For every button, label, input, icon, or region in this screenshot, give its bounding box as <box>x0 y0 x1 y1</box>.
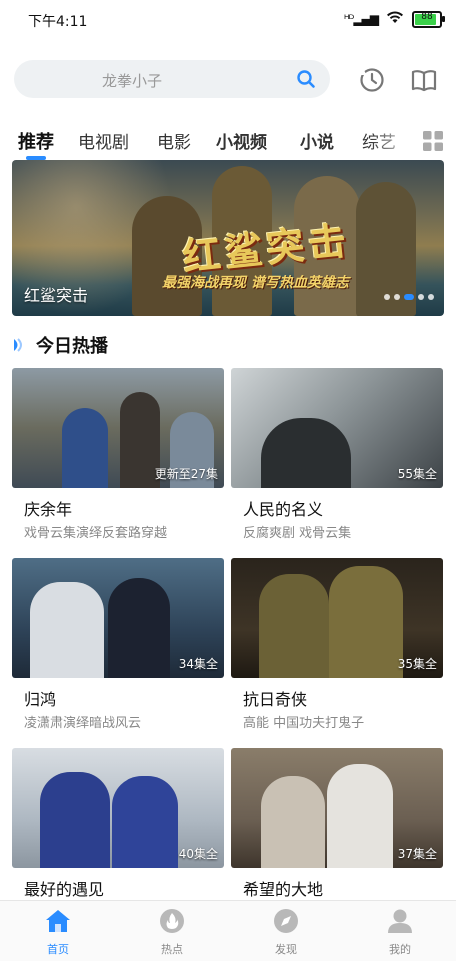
nav-hot[interactable]: 热点 <box>132 907 212 961</box>
thumbnail-figure <box>62 408 108 488</box>
video-title: 归鸿 <box>24 690 57 709</box>
tab-novel[interactable]: 小说 <box>300 128 334 153</box>
episode-badge: 55集全 <box>397 467 437 481</box>
thumbnail-figure <box>261 776 325 868</box>
nav-profile[interactable]: 我的 <box>360 907 440 961</box>
thumbnail-figure <box>112 776 178 868</box>
video-thumbnail: 37集全 <box>231 748 443 868</box>
bottom-nav: 首页 热点 发现 我的 <box>0 900 456 961</box>
bookshelf-icon[interactable] <box>410 66 438 94</box>
video-subtitle: 高能 中国功夫打鬼子 <box>243 716 365 731</box>
video-thumbnail: 35集全 <box>231 558 443 678</box>
video-card[interactable]: 55集全 人民的名义 反腐爽剧 戏骨云集 <box>231 368 443 544</box>
section-header: 今日热播 <box>12 330 442 360</box>
flame-icon <box>160 909 184 933</box>
tab-tv-series[interactable]: 电视剧 <box>78 128 129 153</box>
thumbnail-figure <box>329 566 403 678</box>
video-thumbnail: 更新至27集 <box>12 368 224 488</box>
video-thumbnail: 55集全 <box>231 368 443 488</box>
video-title: 抗日奇侠 <box>243 690 308 709</box>
section-title: 今日热播 <box>36 336 108 357</box>
thumbnail-figure <box>30 582 104 678</box>
pagination-dot <box>418 294 424 300</box>
status-icons: ᴴᴰ▂▄▆ 88 <box>343 10 445 28</box>
nav-label: 发现 <box>275 943 297 956</box>
thumbnail-figure <box>261 418 351 488</box>
search-icon[interactable] <box>296 69 316 89</box>
video-subtitle: 戏骨云集演绎反套路穿越 <box>24 526 168 541</box>
status-time: 下午4:11 <box>28 14 88 30</box>
episode-badge: 37集全 <box>397 847 437 861</box>
featured-banner[interactable]: 红鲨突击 最强海战再现 谱写热血英雄志 红鲨突击 <box>12 160 444 316</box>
episode-badge: 40集全 <box>178 847 218 861</box>
video-title: 希望的大地 <box>243 880 324 899</box>
thumbnail-figure <box>327 764 393 868</box>
banner-tagline: 最强海战再现 谱写热血英雄志 <box>162 275 349 291</box>
tabs-fade <box>370 126 418 158</box>
thumbnail-figure <box>40 772 110 868</box>
video-card[interactable]: 35集全 抗日奇侠 高能 中国功夫打鬼子 <box>231 558 443 734</box>
thumbnail-figure <box>259 574 329 678</box>
nav-discover[interactable]: 发现 <box>246 907 326 961</box>
video-subtitle: 凌潇肃演绎暗战风云 <box>24 716 142 731</box>
pagination-dot <box>384 294 390 300</box>
video-title: 人民的名义 <box>243 500 324 519</box>
video-subtitle: 反腐爽剧 戏骨云集 <box>243 526 352 541</box>
wifi-icon <box>386 10 404 28</box>
category-tabs: 推荐 电视剧 电影 小视频 小说 综艺 <box>0 126 456 160</box>
section-marker-icon <box>14 338 22 352</box>
thumbnail-figure <box>108 578 170 678</box>
battery-icon: 88 <box>412 10 445 28</box>
home-icon <box>46 910 70 932</box>
banner-pagination <box>384 294 434 300</box>
video-card[interactable]: 40集全 最好的遇见 <box>12 748 224 924</box>
tab-recommend[interactable]: 推荐 <box>18 128 54 154</box>
video-card[interactable]: 更新至27集 庆余年 戏骨云集演绎反套路穿越 <box>12 368 224 544</box>
compass-icon <box>274 909 298 933</box>
video-title: 最好的遇见 <box>24 880 105 899</box>
user-icon <box>388 909 412 933</box>
pagination-dot-active <box>404 294 414 300</box>
episode-badge: 更新至27集 <box>154 467 218 481</box>
episode-badge: 35集全 <box>397 657 437 671</box>
video-title: 庆余年 <box>24 500 73 519</box>
video-thumbnail: 40集全 <box>12 748 224 868</box>
nav-label: 我的 <box>389 943 411 956</box>
nav-home[interactable]: 首页 <box>18 907 98 961</box>
search-placeholder: 龙拳小子 <box>101 72 162 90</box>
status-bar: 下午4:11 ᴴᴰ▂▄▆ 88 <box>0 0 456 40</box>
tab-short-video[interactable]: 小视频 <box>216 128 267 153</box>
tab-movies[interactable]: 电影 <box>157 128 191 153</box>
battery-level: 88 <box>421 11 433 22</box>
video-card[interactable]: 34集全 归鸿 凌潇肃演绎暗战风云 <box>12 558 224 734</box>
episode-badge: 34集全 <box>178 657 218 671</box>
nav-label: 热点 <box>161 943 183 956</box>
grid-menu-icon[interactable] <box>422 130 444 152</box>
search-row: 龙拳小子 <box>0 54 456 106</box>
banner-caption: 红鲨突击 <box>24 286 89 305</box>
pagination-dot <box>428 294 434 300</box>
video-card[interactable]: 37集全 希望的大地 <box>231 748 443 924</box>
pagination-dot <box>394 294 400 300</box>
nav-label: 首页 <box>47 943 69 956</box>
history-icon[interactable] <box>358 66 386 94</box>
signal-icon: ᴴᴰ▂▄▆ <box>343 12 379 26</box>
search-input[interactable]: 龙拳小子 <box>14 60 330 98</box>
video-thumbnail: 34集全 <box>12 558 224 678</box>
